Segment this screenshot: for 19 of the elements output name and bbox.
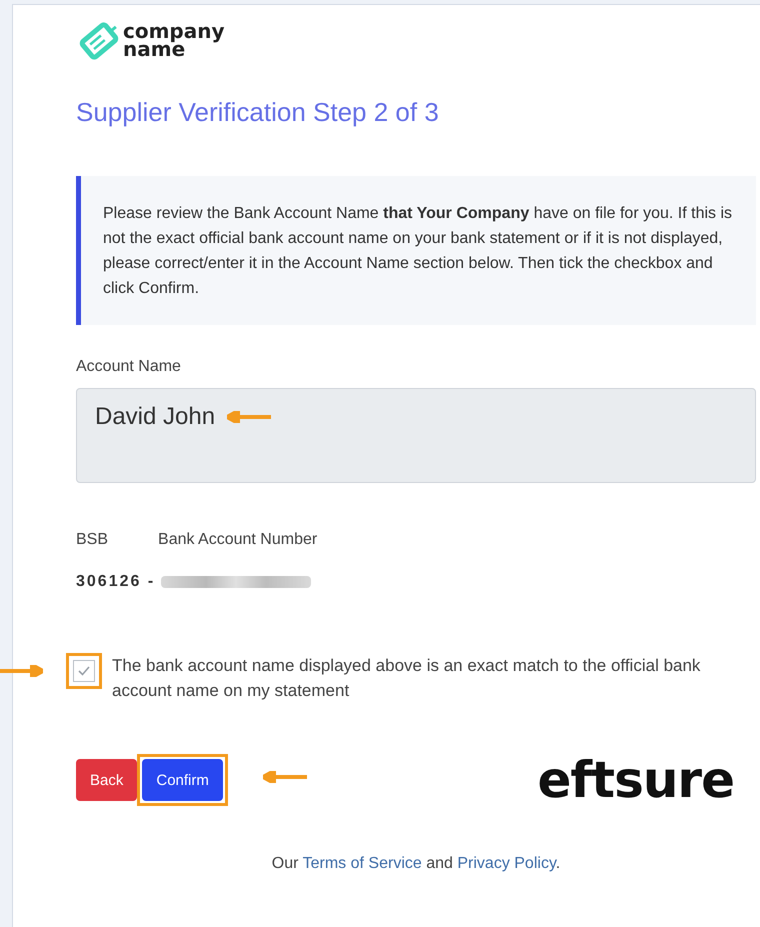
checkbox-label: The bank account name displayed above is an exact match to the official bank account name on my statement bbox=[112, 655, 702, 702]
confirm-button[interactable]: Confirm bbox=[142, 759, 223, 801]
account-name-field[interactable]: David John bbox=[76, 388, 756, 483]
account-number-label: Bank Account Number bbox=[158, 531, 318, 549]
brand-logo: eftsure bbox=[538, 751, 734, 809]
annotation-arrow bbox=[262, 771, 307, 783]
bsb-label: BSB bbox=[76, 531, 108, 549]
annotation-arrow bbox=[0, 665, 43, 677]
back-button[interactable]: Back bbox=[76, 759, 138, 801]
bsb-value: 306126 - bbox=[76, 573, 156, 591]
field-label: Account Name bbox=[76, 358, 182, 376]
checkbox[interactable] bbox=[73, 660, 95, 682]
footer-text: Our Terms of Service and Privacy Policy. bbox=[270, 855, 562, 873]
check-icon bbox=[77, 665, 91, 677]
privacy-link[interactable]: Privacy Policy bbox=[457, 855, 556, 872]
logo-text: company name bbox=[123, 22, 225, 58]
notice-text: Please review the Bank Account Name that Your Company have on file for you. If this is not the exact official bank account name on your bank statement or if it is not displayed, please correct/enter it in the Account Name section below. Then tick the checkbox and click Confirm. bbox=[76, 176, 756, 325]
page-title: Supplier Verification Step 2 of 3 bbox=[76, 97, 440, 128]
terms-link[interactable]: Terms of Service bbox=[302, 855, 422, 872]
